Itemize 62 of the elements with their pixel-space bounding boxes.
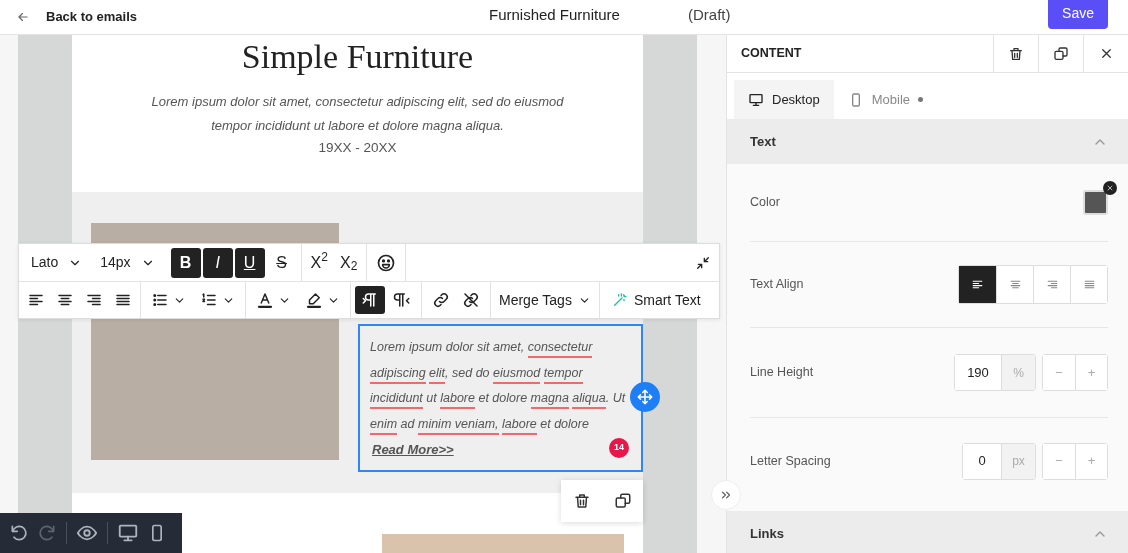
emoji-icon[interactable] <box>376 252 397 273</box>
unlink-icon[interactable] <box>462 291 480 309</box>
clear-icon[interactable] <box>1106 184 1114 192</box>
email-heading: Simple Furniture <box>240 37 475 77</box>
text-color-icon[interactable] <box>256 291 274 309</box>
justify-icon <box>1082 278 1096 291</box>
ltr-paragraph-icon <box>361 291 379 309</box>
count-badge: 14 <box>609 438 629 458</box>
underline-button[interactable]: U <box>234 247 265 278</box>
align-right-icon <box>1045 278 1059 291</box>
color-swatch[interactable] <box>1083 190 1108 215</box>
back-link[interactable]: Back to emails <box>46 7 138 27</box>
section-header[interactable]: Text <box>727 119 1128 164</box>
collapse-icon[interactable] <box>695 254 711 271</box>
duplicate-icon[interactable] <box>613 492 632 510</box>
unit-label: % <box>1001 355 1035 390</box>
bold-button[interactable]: B <box>170 247 201 278</box>
align-option-button[interactable] <box>959 266 996 303</box>
email-title: Furnished Furniture <box>489 5 620 25</box>
subscript-button[interactable]: X$_{2}$ <box>334 247 363 278</box>
delete-icon[interactable] <box>572 492 591 510</box>
align-center-icon <box>1008 278 1022 291</box>
italic-button[interactable]: I <box>202 247 233 278</box>
selected-text-block[interactable]: Lorem ipsum dolor sit amet, consectetur adipiscing elit, sed do eiusmod tempor incididunt ut labore et dolore magna aliqua. Ut enim ad minim veniam, labore et dolore Read More>> 14 <box>358 324 643 472</box>
link-icon[interactable] <box>432 291 450 309</box>
superscript-button[interactable]: X$^{2}$ <box>305 247 333 278</box>
intro-paragraph: Lorem ipsum dolor sit amet, consectetur adipiscing elit, sed do eiusmod tempor incididunt ut labore et dolore magna aliqua. <box>150 92 565 135</box>
merge-tags-dropdown[interactable]: Merge Tags <box>491 289 599 311</box>
panel-title: CONTENT <box>740 45 803 63</box>
device-tab[interactable]: Mobile <box>833 80 937 119</box>
number-field[interactable]: 0 px <box>962 442 1036 480</box>
section-header[interactable]: Links <box>727 511 1128 553</box>
double-chevron-icon <box>719 488 733 502</box>
align-left-icon <box>971 278 984 291</box>
field-label: Text Align <box>750 276 804 294</box>
field-label: Line Height <box>750 364 814 382</box>
highlighter-icon[interactable] <box>305 291 323 309</box>
save-button[interactable]: Save <box>1048 0 1108 29</box>
move-icon <box>636 388 654 406</box>
device-tab[interactable]: Desktop <box>734 80 834 119</box>
ltr-paragraph-button[interactable] <box>355 286 385 314</box>
monitor-icon <box>748 91 764 108</box>
bullet-list-icon[interactable] <box>151 291 169 309</box>
magic-wand-icon <box>611 292 628 308</box>
smart-text-button[interactable]: Smart Text <box>603 289 709 311</box>
read-more-link[interactable]: Read More>> <box>372 437 454 462</box>
back-arrow-icon[interactable] <box>16 10 30 24</box>
strike-button[interactable]: S <box>266 247 297 278</box>
number-field[interactable]: 190 % <box>954 354 1036 391</box>
rtl-paragraph-icon <box>393 291 411 309</box>
field-label: Color <box>750 194 780 212</box>
font-dropdown[interactable]: Lato <box>23 252 91 273</box>
size-dropdown[interactable]: 14px <box>92 252 163 273</box>
years-text: 19XX - 20XX <box>317 138 398 157</box>
undo-icon[interactable] <box>9 523 29 543</box>
unit-label: px <box>1001 443 1035 479</box>
duplicate-icon[interactable] <box>1053 45 1069 62</box>
delete-icon[interactable] <box>1008 45 1024 62</box>
body-paragraph: Lorem ipsum dolor sit amet, consectetur adipiscing elit, sed do eiusmod tempor incididunt ut labore et dolore magna aliqua. Ut enim ad minim veniam, labore et dolore <box>370 335 631 437</box>
draft-status: (Draft) <box>688 5 731 25</box>
field-label: Letter Spacing <box>750 452 831 470</box>
desktop-icon[interactable] <box>117 522 139 544</box>
